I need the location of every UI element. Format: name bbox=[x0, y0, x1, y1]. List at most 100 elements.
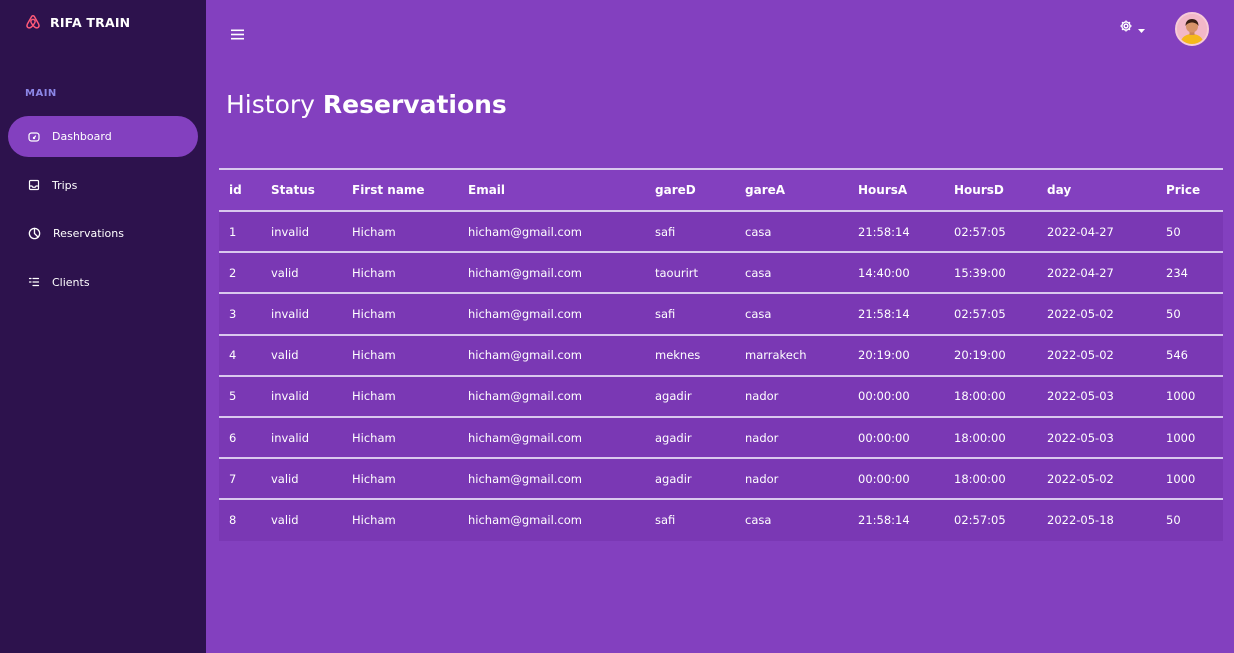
cell-hoursa: 21:58:14 bbox=[848, 293, 944, 336]
table-row[interactable]: 5 invalid Hicham hicham@gmail.com agadir… bbox=[219, 375, 1223, 418]
pie-chart-icon bbox=[28, 227, 41, 240]
sidebar-item-dashboard[interactable]: Dashboard bbox=[8, 116, 198, 157]
cell-price: 50 bbox=[1156, 293, 1223, 336]
column-header-hoursa: HoursA bbox=[848, 168, 944, 212]
cell-first-name: Hicham bbox=[342, 293, 458, 336]
table-body: 1 invalid Hicham hicham@gmail.com safi c… bbox=[219, 211, 1223, 541]
cell-email: hicham@gmail.com bbox=[458, 458, 645, 501]
cell-email: hicham@gmail.com bbox=[458, 375, 645, 418]
cell-first-name: Hicham bbox=[342, 252, 458, 295]
cell-id: 7 bbox=[219, 458, 261, 501]
cell-first-name: Hicham bbox=[342, 375, 458, 418]
cell-email: hicham@gmail.com bbox=[458, 293, 645, 336]
table-row[interactable]: 3 invalid Hicham hicham@gmail.com safi c… bbox=[219, 293, 1223, 336]
sidebar-item-reservations[interactable]: Reservations bbox=[8, 213, 198, 254]
sidebar-item-clients[interactable]: Clients bbox=[8, 262, 198, 303]
cell-day: 2022-04-27 bbox=[1037, 252, 1156, 295]
cell-email: hicham@gmail.com bbox=[458, 252, 645, 295]
cell-status: valid bbox=[261, 499, 342, 541]
cell-id: 8 bbox=[219, 499, 261, 541]
avatar[interactable] bbox=[1175, 12, 1209, 46]
cell-email: hicham@gmail.com bbox=[458, 499, 645, 541]
cell-gared: safi bbox=[645, 211, 735, 254]
column-header-first-name: First name bbox=[342, 168, 458, 212]
cell-hoursa: 00:00:00 bbox=[848, 375, 944, 418]
cell-hoursd: 18:00:00 bbox=[944, 375, 1037, 418]
dashboard-gauge-icon bbox=[28, 131, 40, 143]
cell-hoursa: 21:58:14 bbox=[848, 211, 944, 254]
cell-first-name: Hicham bbox=[342, 458, 458, 501]
cell-garea: casa bbox=[735, 293, 848, 336]
sidebar-item-trips[interactable]: Trips bbox=[8, 165, 198, 206]
cell-status: invalid bbox=[261, 293, 342, 336]
table-row[interactable]: 2 valid Hicham hicham@gmail.com taourirt… bbox=[219, 252, 1223, 295]
table-row[interactable]: 7 valid Hicham hicham@gmail.com agadir n… bbox=[219, 458, 1223, 501]
sidebar-nav: Dashboard Trips Reservations Clients bbox=[8, 116, 198, 310]
table-row[interactable]: 1 invalid Hicham hicham@gmail.com safi c… bbox=[219, 211, 1223, 254]
table-row[interactable]: 4 valid Hicham hicham@gmail.com meknes m… bbox=[219, 334, 1223, 377]
table-row[interactable]: 8 valid Hicham hicham@gmail.com safi cas… bbox=[219, 499, 1223, 541]
cell-day: 2022-05-02 bbox=[1037, 293, 1156, 336]
cell-first-name: Hicham bbox=[342, 211, 458, 254]
cell-day: 2022-05-03 bbox=[1037, 416, 1156, 460]
cell-gared: safi bbox=[645, 499, 735, 541]
cell-garea: casa bbox=[735, 211, 848, 254]
cell-hoursd: 18:00:00 bbox=[944, 458, 1037, 501]
cell-id: 4 bbox=[219, 334, 261, 377]
cell-day: 2022-05-02 bbox=[1037, 334, 1156, 377]
reservations-table-container: id Status First name Email gareD gareA H… bbox=[219, 168, 1223, 541]
cell-garea: marrakech bbox=[735, 334, 848, 377]
cell-price: 1000 bbox=[1156, 375, 1223, 418]
cell-first-name: Hicham bbox=[342, 416, 458, 460]
cell-hoursa: 21:58:14 bbox=[848, 499, 944, 541]
cell-day: 2022-05-18 bbox=[1037, 499, 1156, 541]
cell-status: invalid bbox=[261, 211, 342, 254]
brand[interactable]: RIFA TRAIN bbox=[25, 14, 130, 30]
gear-icon bbox=[1119, 18, 1133, 37]
cell-id: 3 bbox=[219, 293, 261, 336]
cell-first-name: Hicham bbox=[342, 499, 458, 541]
page-title-light: History bbox=[226, 90, 315, 119]
column-header-garea: gareA bbox=[735, 168, 848, 212]
column-header-day: day bbox=[1037, 168, 1156, 212]
cell-price: 234 bbox=[1156, 252, 1223, 295]
cell-gared: safi bbox=[645, 293, 735, 336]
hamburger-icon[interactable] bbox=[231, 25, 244, 44]
cell-first-name: Hicham bbox=[342, 334, 458, 377]
caret-down-icon bbox=[1138, 18, 1145, 37]
cell-price: 546 bbox=[1156, 334, 1223, 377]
column-header-gared: gareD bbox=[645, 168, 735, 212]
cell-hoursa: 00:00:00 bbox=[848, 458, 944, 501]
list-icon bbox=[28, 276, 40, 288]
cell-garea: casa bbox=[735, 499, 848, 541]
sidebar: RIFA TRAIN MAIN Dashboard Trips Reservat… bbox=[0, 0, 206, 653]
cell-garea: casa bbox=[735, 252, 848, 295]
cell-price: 50 bbox=[1156, 211, 1223, 254]
table-header-row: id Status First name Email gareD gareA H… bbox=[219, 168, 1223, 212]
cell-garea: nador bbox=[735, 375, 848, 418]
cell-hoursd: 20:19:00 bbox=[944, 334, 1037, 377]
cell-gared: meknes bbox=[645, 334, 735, 377]
cell-day: 2022-04-27 bbox=[1037, 211, 1156, 254]
cell-price: 50 bbox=[1156, 499, 1223, 541]
airbnb-logo-icon bbox=[25, 14, 41, 30]
cell-status: invalid bbox=[261, 375, 342, 418]
cell-status: valid bbox=[261, 252, 342, 295]
table-row[interactable]: 6 invalid Hicham hicham@gmail.com agadir… bbox=[219, 416, 1223, 460]
brand-name: RIFA TRAIN bbox=[50, 14, 131, 30]
cell-hoursd: 15:39:00 bbox=[944, 252, 1037, 295]
cell-day: 2022-05-03 bbox=[1037, 375, 1156, 418]
cell-hoursd: 02:57:05 bbox=[944, 293, 1037, 336]
cell-gared: agadir bbox=[645, 458, 735, 501]
column-header-email: Email bbox=[458, 168, 645, 212]
cell-hoursa: 14:40:00 bbox=[848, 252, 944, 295]
cell-status: valid bbox=[261, 458, 342, 501]
cell-price: 1000 bbox=[1156, 458, 1223, 501]
column-header-price: Price bbox=[1156, 168, 1223, 212]
sidebar-item-label: Dashboard bbox=[52, 130, 112, 143]
settings-dropdown[interactable] bbox=[1119, 18, 1145, 37]
cell-gared: taourirt bbox=[645, 252, 735, 295]
cell-price: 1000 bbox=[1156, 416, 1223, 460]
cell-gared: agadir bbox=[645, 375, 735, 418]
cell-email: hicham@gmail.com bbox=[458, 334, 645, 377]
